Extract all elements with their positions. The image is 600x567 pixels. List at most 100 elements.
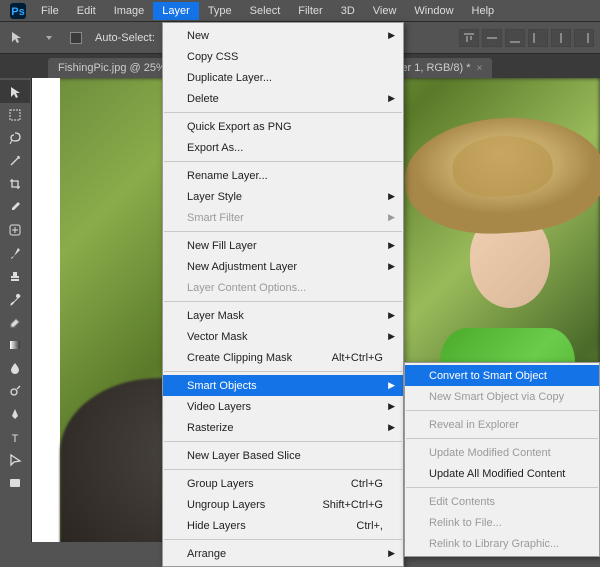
menu-select[interactable]: Select bbox=[241, 2, 290, 20]
menu-item-new-adjustment-layer[interactable]: New Adjustment Layer▶ bbox=[163, 256, 403, 277]
menu-3d[interactable]: 3D bbox=[332, 2, 364, 20]
menu-item-new[interactable]: New▶ bbox=[163, 25, 403, 46]
ps-logo-icon: Ps bbox=[10, 3, 26, 19]
menu-item-label: Export As... bbox=[187, 142, 243, 154]
menu-item-label: New Adjustment Layer bbox=[187, 261, 297, 273]
gradient-tool-icon[interactable] bbox=[0, 333, 30, 356]
history-tool-icon[interactable] bbox=[0, 287, 30, 310]
menu-separator bbox=[164, 371, 402, 372]
brush-tool-icon[interactable] bbox=[0, 241, 30, 264]
menu-item-rasterize[interactable]: Rasterize ▶ bbox=[163, 417, 403, 438]
shortcut-label: Ctrl+G bbox=[351, 478, 383, 490]
menu-separator bbox=[164, 231, 402, 232]
menu-item-smart-objects[interactable]: Smart Objects▶ bbox=[163, 375, 403, 396]
menu-item-label: Update Modified Content bbox=[429, 447, 551, 459]
wand-tool-icon[interactable] bbox=[0, 149, 30, 172]
menu-file[interactable]: File bbox=[32, 2, 68, 20]
menu-item-label: Delete bbox=[187, 93, 219, 105]
menu-item-hide-layers[interactable]: Hide LayersCtrl+, bbox=[163, 515, 403, 536]
align-top-icon[interactable] bbox=[459, 29, 479, 47]
menu-item-group-layers[interactable]: Group LayersCtrl+G bbox=[163, 473, 403, 494]
submenu-arrow-icon: ▶ bbox=[388, 401, 395, 412]
menu-layer[interactable]: Layer bbox=[153, 2, 199, 20]
menu-item-video-layers[interactable]: Video Layers ▶ bbox=[163, 396, 403, 417]
submenu-arrow-icon: ▶ bbox=[388, 240, 395, 251]
crop-tool-icon[interactable] bbox=[0, 172, 30, 195]
menu-image[interactable]: Image bbox=[105, 2, 154, 20]
menu-item-label: Quick Export as PNG bbox=[187, 121, 292, 133]
path-tool-icon[interactable] bbox=[0, 448, 30, 471]
align-right-icon[interactable] bbox=[574, 29, 594, 47]
menu-type[interactable]: Type bbox=[199, 2, 241, 20]
shape-tool-icon[interactable] bbox=[0, 471, 30, 494]
menu-item-new-smart-object-via-copy: New Smart Object via Copy bbox=[405, 386, 599, 407]
type-tool-icon[interactable]: T bbox=[0, 425, 30, 448]
menu-item-copy-css[interactable]: Copy CSS bbox=[163, 46, 403, 67]
menu-help[interactable]: Help bbox=[463, 2, 504, 20]
eyedrop-tool-icon[interactable] bbox=[0, 195, 30, 218]
menu-item-ungroup-layers[interactable]: Ungroup LayersShift+Ctrl+G bbox=[163, 494, 403, 515]
menu-item-rename-layer[interactable]: Rename Layer... bbox=[163, 165, 403, 186]
menu-separator bbox=[164, 112, 402, 113]
marquee-tool-icon[interactable] bbox=[0, 103, 30, 126]
shortcut-label: Shift+Ctrl+G bbox=[322, 499, 383, 511]
menu-item-convert-to-smart-object[interactable]: Convert to Smart Object bbox=[405, 365, 599, 386]
lasso-tool-icon[interactable] bbox=[0, 126, 30, 149]
menu-item-label: Convert to Smart Object bbox=[429, 370, 547, 382]
menu-item-label: Video Layers bbox=[187, 401, 251, 413]
align-left-icon[interactable] bbox=[528, 29, 548, 47]
heal-tool-icon[interactable] bbox=[0, 218, 30, 241]
auto-select-checkbox[interactable] bbox=[70, 32, 82, 44]
dodge-tool-icon[interactable] bbox=[0, 379, 30, 402]
eraser-tool-icon[interactable] bbox=[0, 310, 30, 333]
align-vcenter-icon[interactable] bbox=[482, 29, 502, 47]
menu-separator bbox=[406, 410, 598, 411]
menu-separator bbox=[406, 438, 598, 439]
menu-separator bbox=[406, 487, 598, 488]
menu-item-update-modified-content: Update Modified Content bbox=[405, 442, 599, 463]
tool-dropdown-icon[interactable] bbox=[38, 27, 60, 49]
menu-item-quick-export-as-png[interactable]: Quick Export as PNG bbox=[163, 116, 403, 137]
menu-filter[interactable]: Filter bbox=[289, 2, 331, 20]
menu-item-export-as[interactable]: Export As... bbox=[163, 137, 403, 158]
align-hcenter-icon[interactable] bbox=[551, 29, 571, 47]
move-tool-preset-icon[interactable] bbox=[6, 27, 28, 49]
menu-item-create-clipping-mask[interactable]: Create Clipping MaskAlt+Ctrl+G bbox=[163, 347, 403, 368]
menu-item-label: New Fill Layer bbox=[187, 240, 257, 252]
move-tool-icon[interactable] bbox=[0, 80, 30, 103]
menu-item-label: Layer Style bbox=[187, 191, 242, 203]
menu-item-layer-mask[interactable]: Layer Mask▶ bbox=[163, 305, 403, 326]
menu-edit[interactable]: Edit bbox=[68, 2, 105, 20]
pen-tool-icon[interactable] bbox=[0, 402, 30, 425]
menu-item-arrange[interactable]: Arrange▶ bbox=[163, 543, 403, 564]
menu-window[interactable]: Window bbox=[405, 2, 462, 20]
close-icon[interactable]: × bbox=[476, 63, 482, 74]
submenu-arrow-icon: ▶ bbox=[388, 191, 395, 202]
menu-item-new-fill-layer[interactable]: New Fill Layer ▶ bbox=[163, 235, 403, 256]
menu-separator bbox=[164, 441, 402, 442]
menu-item-label: Arrange bbox=[187, 548, 226, 560]
menu-item-update-all-modified-content[interactable]: Update All Modified Content bbox=[405, 463, 599, 484]
submenu-arrow-icon: ▶ bbox=[388, 93, 395, 104]
menu-separator bbox=[164, 301, 402, 302]
stamp-tool-icon[interactable] bbox=[0, 264, 30, 287]
submenu-arrow-icon: ▶ bbox=[388, 422, 395, 433]
menu-separator bbox=[164, 469, 402, 470]
menu-item-new-layer-based-slice[interactable]: New Layer Based Slice bbox=[163, 445, 403, 466]
menu-item-edit-contents: Edit Contents bbox=[405, 491, 599, 512]
menu-item-vector-mask[interactable]: Vector Mask▶ bbox=[163, 326, 403, 347]
menu-view[interactable]: View bbox=[364, 2, 406, 20]
submenu-arrow-icon: ▶ bbox=[388, 30, 395, 41]
menu-item-label: Rasterize bbox=[187, 422, 233, 434]
menu-item-relink-to-library-graphic: Relink to Library Graphic... bbox=[405, 533, 599, 554]
align-bottom-icon[interactable] bbox=[505, 29, 525, 47]
menu-item-reveal-in-explorer: Reveal in Explorer bbox=[405, 414, 599, 435]
blur-tool-icon[interactable] bbox=[0, 356, 30, 379]
menu-item-label: Smart Objects bbox=[187, 380, 257, 392]
layer-menu: New▶ Copy CSS Duplicate Layer... Delete ▶ Qui… bbox=[162, 22, 404, 567]
menu-item-layer-style[interactable]: Layer Style ▶ bbox=[163, 186, 403, 207]
menu-item-label: Copy CSS bbox=[187, 51, 238, 63]
menu-item-delete[interactable]: Delete ▶ bbox=[163, 88, 403, 109]
menu-item-duplicate-layer[interactable]: Duplicate Layer... bbox=[163, 67, 403, 88]
menu-item-label: Vector Mask bbox=[187, 331, 248, 343]
